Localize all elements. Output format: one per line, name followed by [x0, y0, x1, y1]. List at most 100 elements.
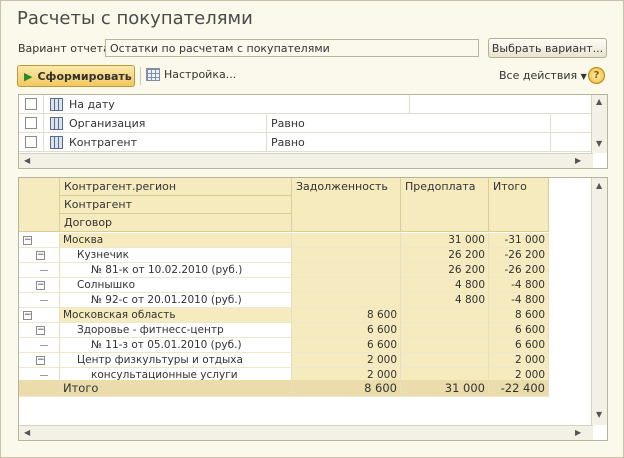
scroll-right-icon[interactable]: ▶ [575, 156, 581, 165]
row-total: 6 600 [489, 323, 549, 338]
filter-checkbox[interactable] [25, 136, 37, 148]
scroll-up-icon[interactable]: ▲ [596, 97, 602, 106]
filter-vertical-scrollbar[interactable]: ▲ ▼ [591, 95, 607, 153]
row-debt [292, 293, 401, 308]
tree-connector [40, 345, 48, 346]
filter-name: Организация [69, 117, 146, 130]
all-actions-label: Все действия [499, 69, 578, 82]
row-total: -26 200 [489, 263, 549, 278]
settings-icon [146, 68, 160, 81]
filter-checkbox[interactable] [25, 98, 37, 110]
totals-prepay: 31 000 [401, 380, 489, 397]
row-total: 2 000 [489, 353, 549, 368]
collapse-toggle-icon[interactable]: − [23, 236, 32, 245]
field-icon [50, 117, 63, 130]
row-name: № 92-с от 20.01.2010 (руб.) [60, 293, 292, 308]
row-debt: 6 600 [292, 338, 401, 353]
toolbar-separator [140, 67, 141, 85]
row-name: Кузнечик [60, 248, 292, 263]
choose-variant-button[interactable]: Выбрать вариант... [488, 38, 607, 58]
row-debt [292, 263, 401, 278]
generate-button[interactable]: ▶ Сформировать [17, 65, 135, 87]
row-total: -26 200 [489, 248, 549, 263]
collapse-toggle-icon[interactable]: − [36, 356, 45, 365]
row-prepay: 31 000 [401, 233, 489, 248]
row-name: Москва [60, 233, 292, 248]
row-total: -4 800 [489, 293, 549, 308]
filter-name: На дату [69, 98, 115, 111]
report-vertical-scrollbar[interactable]: ▲ ▼ [591, 178, 607, 425]
field-icon [50, 136, 63, 149]
row-prepay: 4 800 [401, 293, 489, 308]
settings-label: Настройка... [164, 68, 237, 81]
row-debt [292, 248, 401, 263]
scroll-down-icon[interactable]: ▼ [596, 410, 602, 419]
report-window: Расчеты с покупателями Вариант отчета: О… [0, 0, 624, 458]
row-total: -4 800 [489, 278, 549, 293]
row-name: Солнышко [60, 278, 292, 293]
variant-label: Вариант отчета: [18, 42, 114, 55]
row-total: 6 600 [489, 338, 549, 353]
page-title: Расчеты с покупателями [17, 8, 253, 29]
filter-row: Контрагент Равно [19, 133, 593, 152]
dropdown-arrow-icon: ▼ [580, 72, 587, 81]
column-header-total: Итого [489, 178, 549, 232]
row-prepay [401, 338, 489, 353]
row-prepay: 26 200 [401, 263, 489, 278]
totals-label: Итого [60, 380, 292, 397]
tree-connector [40, 375, 48, 376]
row-debt: 8 600 [292, 308, 401, 323]
row-name: Московская область [60, 308, 292, 323]
scroll-left-icon[interactable]: ◀ [24, 428, 30, 437]
row-debt [292, 278, 401, 293]
report-grid: Контрагент.регион Контрагент Договор Зад… [18, 177, 608, 441]
scroll-left-icon[interactable]: ◀ [24, 156, 30, 165]
filter-horizontal-scrollbar[interactable]: ◀ ▶ [19, 153, 593, 168]
row-prepay: 4 800 [401, 278, 489, 293]
play-icon: ▶ [24, 69, 33, 83]
tree-connector [40, 300, 48, 301]
all-actions-menu[interactable]: Все действия ▼ [499, 69, 587, 82]
variant-field[interactable]: Остатки по расчетам с покупателями [105, 39, 479, 57]
column-header-group3: Договор [60, 214, 292, 232]
scroll-down-icon[interactable]: ▼ [596, 139, 602, 148]
collapse-toggle-icon[interactable]: − [23, 311, 32, 320]
row-debt [292, 233, 401, 248]
row-total: -31 000 [489, 233, 549, 248]
generate-button-label: Сформировать [37, 69, 132, 83]
row-name: № 81-к от 10.02.2010 (руб.) [60, 263, 292, 278]
column-header-prepay: Предоплата [401, 178, 489, 232]
filter-row: Организация Равно [19, 114, 593, 133]
row-prepay [401, 308, 489, 323]
collapse-toggle-icon[interactable]: − [36, 281, 45, 290]
date-field-icon [50, 98, 63, 111]
help-icon[interactable]: ? [588, 67, 605, 84]
scroll-up-icon[interactable]: ▲ [596, 181, 602, 190]
row-total: 8 600 [489, 308, 549, 323]
column-header-group2: Контрагент [60, 196, 292, 214]
tree-header [19, 178, 60, 232]
collapse-toggle-icon[interactable]: − [36, 251, 45, 260]
row-name: Центр физкультуры и отдыха [60, 353, 292, 368]
column-header-group1: Контрагент.регион [60, 178, 292, 196]
tree-connector [40, 270, 48, 271]
filter-checkbox[interactable] [25, 117, 37, 129]
filter-panel: На дату Организация Равно Контрагент Рав… [18, 94, 608, 169]
row-prepay: 26 200 [401, 248, 489, 263]
row-name: Здоровье - фитнесс-центр [60, 323, 292, 338]
filter-condition[interactable]: Равно [271, 136, 305, 149]
scroll-right-icon[interactable]: ▶ [575, 428, 581, 437]
collapse-toggle-icon[interactable]: − [36, 326, 45, 335]
row-debt: 6 600 [292, 323, 401, 338]
filter-row: На дату [19, 95, 593, 114]
row-name: № 11-з от 05.01.2010 (руб.) [60, 338, 292, 353]
totals-debt: 8 600 [292, 380, 401, 397]
filter-condition[interactable]: Равно [271, 117, 305, 130]
row-prepay [401, 323, 489, 338]
row-prepay [401, 353, 489, 368]
row-debt: 2 000 [292, 353, 401, 368]
report-horizontal-scrollbar[interactable]: ◀ ▶ [19, 425, 593, 440]
settings-button[interactable]: Настройка... [146, 68, 236, 81]
totals-total: -22 400 [489, 380, 549, 397]
filter-name: Контрагент [69, 136, 138, 149]
